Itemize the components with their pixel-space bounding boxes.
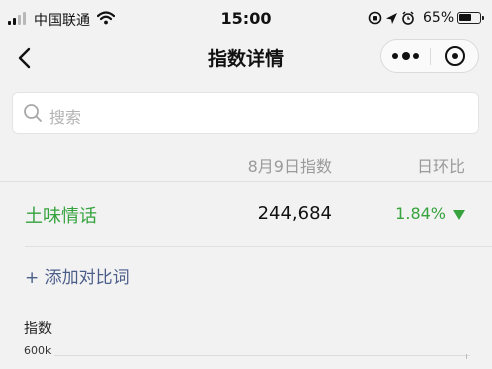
clock-time: 15:00: [220, 9, 272, 28]
table-row: 土味情话 244,684 1.84%: [0, 182, 492, 246]
table-header: 8月9日指数 日环比: [0, 150, 492, 180]
y-axis-tick-label: 600k: [24, 344, 52, 357]
chart-gridline: [54, 355, 470, 356]
search-input[interactable]: 搜索: [12, 92, 479, 134]
date-index-header: 8月9日指数: [247, 157, 332, 176]
mini-program-capsule: [380, 39, 479, 73]
index-value: 244,684: [257, 203, 332, 224]
daily-change-header: 日环比: [416, 157, 465, 176]
nav-bar: 指数详情: [0, 38, 492, 78]
keyword-label[interactable]: 土味情话: [25, 202, 97, 228]
battery-icon: [457, 12, 484, 24]
more-options-button[interactable]: [381, 40, 430, 72]
search-placeholder: 搜索: [49, 108, 82, 127]
chart-tick-mark: [466, 354, 467, 359]
chart-title: 指数: [24, 321, 52, 337]
target-icon-dot: [452, 53, 458, 59]
add-compare-word-button[interactable]: + 添加对比词: [25, 263, 130, 288]
more-dots-icon-center: [402, 52, 410, 60]
change-value: 1.84%: [395, 204, 446, 223]
search-icon: [24, 104, 42, 122]
more-dots-icon-right: [413, 53, 419, 59]
more-dots-icon: [392, 53, 398, 59]
down-triangle-icon: [453, 210, 465, 220]
close-mini-program-button[interactable]: [431, 40, 479, 72]
battery-percentage: 65%: [423, 10, 455, 26]
alarm-icon: [402, 11, 414, 25]
status-bar: 中国联通 15:00 65%: [0, 0, 492, 38]
divider: [25, 246, 492, 247]
location-arrow-icon: [386, 13, 397, 24]
status-icons: [368, 11, 414, 25]
orientation-lock-icon: [368, 11, 382, 25]
